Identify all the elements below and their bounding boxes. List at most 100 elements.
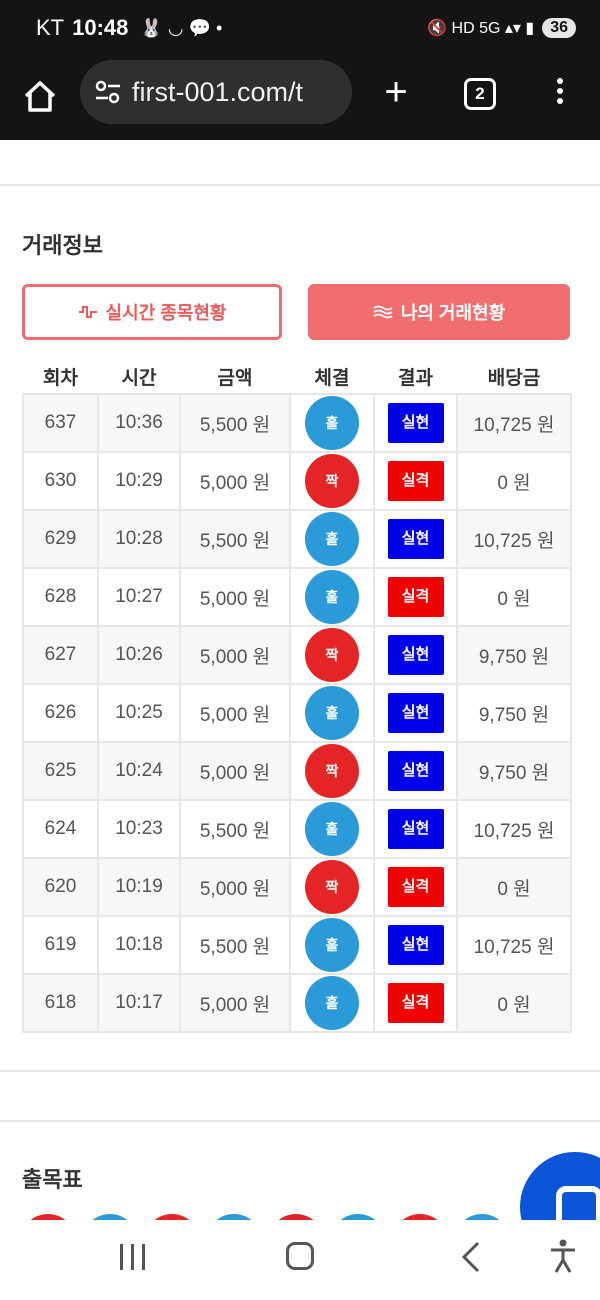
section-divider xyxy=(0,184,600,186)
clock: 10:48 xyxy=(72,15,129,40)
carrier-label: KT xyxy=(36,15,65,40)
result-badge: 실현 xyxy=(387,751,444,791)
payout-cell: 10,725 원 xyxy=(456,509,572,569)
time-cell: 10:17 xyxy=(97,973,181,1033)
recent-apps-icon[interactable] xyxy=(118,1244,148,1270)
my-trades-button[interactable]: 나의 거래현황 xyxy=(308,284,570,340)
odd-ball: 홀 xyxy=(305,802,359,856)
time-cell: 10:25 xyxy=(97,683,181,743)
tab-switcher-button[interactable]: 2 xyxy=(464,78,496,110)
amount-cell: 5,000 원 xyxy=(179,973,291,1033)
result-cell: 실격 xyxy=(373,973,458,1033)
fill-cell: 홀 xyxy=(289,915,375,975)
table-row: 630 10:29 5,000 원 짝 실격 0 원 xyxy=(22,451,572,511)
live-status-button[interactable]: 실시간 종목현황 xyxy=(22,284,282,340)
section-title-trade: 거래정보 xyxy=(22,233,103,258)
trade-table: 회차 시간 금액 체결 결과 배당금 637 10:36 5,500 원 홀 실현 10,… xyxy=(22,360,572,1033)
table-header: 회차 시간 금액 체결 결과 배당금 xyxy=(23,360,571,394)
amount-cell: 5,500 원 xyxy=(179,393,291,453)
round-cell: 637 xyxy=(22,393,99,453)
result-cell: 실현 xyxy=(373,915,458,975)
fill-cell: 홀 xyxy=(289,393,375,453)
new-tab-icon[interactable]: + xyxy=(376,72,416,114)
even-ball: 짝 xyxy=(305,860,359,914)
round-cell: 630 xyxy=(22,451,99,511)
amount-cell: 5,000 원 xyxy=(179,683,291,743)
round-cell: 626 xyxy=(22,683,99,743)
amount-cell: 5,500 원 xyxy=(179,799,291,859)
result-badge: 실격 xyxy=(387,461,444,501)
round-cell: 618 xyxy=(22,973,99,1033)
amount-cell: 5,500 원 xyxy=(179,915,291,975)
payout-cell: 10,725 원 xyxy=(456,915,572,975)
more-menu-icon[interactable] xyxy=(548,74,572,114)
home-icon[interactable] xyxy=(20,76,60,116)
odd-ball: 홀 xyxy=(305,396,359,450)
round-cell: 619 xyxy=(22,915,99,975)
site-settings-icon[interactable] xyxy=(94,78,122,106)
result-badge: 실현 xyxy=(387,635,444,675)
table-row: 628 10:27 5,000 원 홀 실격 0 원 xyxy=(22,567,572,627)
payout-cell: 10,725 원 xyxy=(456,393,572,453)
system-indicators: 🔇 HD 5G ▴▾ ▮ 36 xyxy=(427,18,576,38)
amount-cell: 5,000 원 xyxy=(179,741,291,801)
column-header: 체결 xyxy=(314,368,350,389)
live-status-label: 실시간 종목현황 xyxy=(105,303,227,323)
status-bar: KT 10:48 🐰 ◡ 💬 • 🔇 HD 5G ▴▾ ▮ 36 xyxy=(0,0,600,56)
section-title-chart: 출목표 xyxy=(22,1167,83,1192)
browser-toolbar: first-001.com/t + 2 xyxy=(0,56,600,140)
waves-icon xyxy=(373,305,393,319)
result-cell: 실현 xyxy=(373,625,458,685)
amount-cell: 5,000 원 xyxy=(179,567,291,627)
result-cell: 실격 xyxy=(373,567,458,627)
my-trades-label: 나의 거래현황 xyxy=(400,303,506,323)
fill-cell: 짝 xyxy=(289,857,375,917)
payout-cell: 0 원 xyxy=(456,973,572,1033)
amount-cell: 5,000 원 xyxy=(179,857,291,917)
fill-cell: 홀 xyxy=(289,683,375,743)
result-cell: 실현 xyxy=(373,509,458,569)
url-text[interactable]: first-001.com/t xyxy=(132,77,303,108)
result-badge: 실현 xyxy=(387,519,444,559)
table-row: 618 10:17 5,000 원 홀 실격 0 원 xyxy=(22,973,572,1033)
section-divider xyxy=(0,1120,600,1122)
accessibility-icon[interactable] xyxy=(548,1238,578,1274)
payout-cell: 0 원 xyxy=(456,567,572,627)
table-row: 624 10:23 5,500 원 홀 실현 10,725 원 xyxy=(22,799,572,859)
result-badge: 실격 xyxy=(387,867,444,907)
round-cell: 620 xyxy=(22,857,99,917)
home-nav-icon[interactable] xyxy=(286,1242,314,1270)
round-cell: 628 xyxy=(22,567,99,627)
column-header: 회차 xyxy=(43,368,78,389)
round-cell: 625 xyxy=(22,741,99,801)
result-cell: 실격 xyxy=(373,451,458,511)
fill-cell: 짝 xyxy=(289,741,375,801)
even-ball: 짝 xyxy=(305,454,359,508)
time-cell: 10:19 xyxy=(97,857,181,917)
fill-cell: 홀 xyxy=(289,509,375,569)
result-badge: 실현 xyxy=(387,809,444,849)
notification-icons: 🐰 ◡ 💬 • xyxy=(140,17,223,38)
fill-cell: 홀 xyxy=(289,567,375,627)
odd-ball: 홀 xyxy=(305,570,359,624)
fill-cell: 짝 xyxy=(289,451,375,511)
table-row: 619 10:18 5,500 원 홀 실현 10,725 원 xyxy=(22,915,572,975)
even-ball: 짝 xyxy=(305,744,359,798)
address-bar[interactable]: first-001.com/t xyxy=(80,60,352,124)
column-header: 시간 xyxy=(121,368,157,389)
payout-cell: 9,750 원 xyxy=(456,741,572,801)
back-icon[interactable] xyxy=(456,1240,486,1274)
table-row: 627 10:26 5,000 원 짝 실현 9,750 원 xyxy=(22,625,572,685)
result-badge: 실현 xyxy=(387,693,444,733)
time-cell: 10:36 xyxy=(97,393,181,453)
result-cell: 실현 xyxy=(373,683,458,743)
fill-cell: 홀 xyxy=(289,799,375,859)
result-cell: 실현 xyxy=(373,393,458,453)
payout-cell: 0 원 xyxy=(456,857,572,917)
result-cell: 실현 xyxy=(373,741,458,801)
table-row: 625 10:24 5,000 원 짝 실현 9,750 원 xyxy=(22,741,572,801)
round-cell: 624 xyxy=(22,799,99,859)
section-divider xyxy=(0,1070,600,1072)
amount-cell: 5,500 원 xyxy=(179,509,291,569)
result-badge: 실격 xyxy=(387,983,444,1023)
